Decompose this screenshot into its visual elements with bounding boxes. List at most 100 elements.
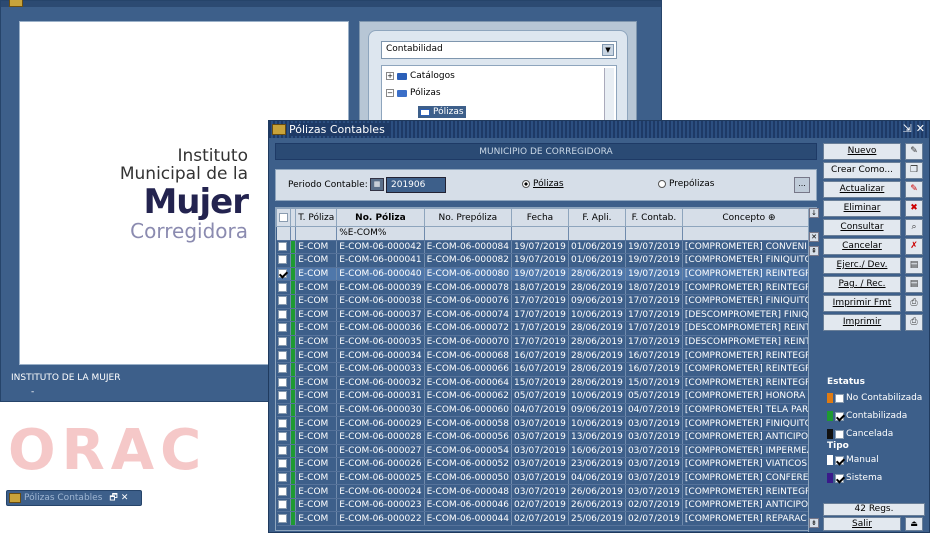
filter-cell[interactable] xyxy=(625,226,683,241)
table-row[interactable]: E-COM E-COM-06-000036 E-COM-06-000072 17/07… xyxy=(276,321,817,336)
f-contab-cell[interactable]: 03/07/2019 xyxy=(625,430,683,445)
pag-rec-button[interactable]: Pag. / Rec. xyxy=(823,276,901,293)
no-prepoliza-cell[interactable]: E-COM-06-000044 xyxy=(424,511,513,527)
select-all-checkbox[interactable] xyxy=(279,212,289,222)
no-prepoliza-cell[interactable]: E-COM-06-000070 xyxy=(424,335,513,350)
table-row[interactable]: E-COM E-COM-06-000031 E-COM-06-000062 05/07… xyxy=(276,389,817,404)
row-select-cell[interactable] xyxy=(276,267,292,282)
no-poliza-cell[interactable]: E-COM-06-000025 xyxy=(336,471,425,486)
close-icon[interactable]: ✕ xyxy=(121,493,129,503)
no-poliza-cell[interactable]: E-COM-06-000039 xyxy=(336,280,425,295)
f-contab-cell[interactable]: 04/07/2019 xyxy=(625,403,683,418)
tipo-cell[interactable]: E-COM xyxy=(295,294,338,309)
table-row[interactable]: E-COM E-COM-06-000030 E-COM-06-000060 04/07… xyxy=(276,403,817,418)
f-apli-cell[interactable]: 28/06/2019 xyxy=(568,280,626,295)
no-poliza-cell[interactable]: E-COM-06-000022 xyxy=(336,511,425,527)
no-poliza-cell[interactable]: E-COM-06-000035 xyxy=(336,335,425,350)
consultar-button[interactable]: Consultar xyxy=(823,219,901,236)
select-all-header[interactable] xyxy=(275,208,292,227)
concepto-cell[interactable]: [DESCOMPROMETER] FINIQ xyxy=(682,308,817,323)
collapse-icon[interactable]: − xyxy=(386,89,394,97)
row-checkbox[interactable] xyxy=(277,323,287,333)
no-poliza-cell[interactable]: E-COM-06-000028 xyxy=(336,430,425,445)
nuevo-button[interactable]: Nuevo xyxy=(823,143,901,160)
row-checkbox[interactable] xyxy=(277,296,287,306)
table-row[interactable]: E-COM E-COM-06-000022 E-COM-06-000044 02/07… xyxy=(276,511,817,527)
close-icon[interactable]: ✕ xyxy=(916,122,925,135)
no-poliza-cell[interactable]: E-COM-06-000031 xyxy=(336,389,425,404)
f-contab-cell[interactable]: 03/07/2019 xyxy=(625,471,683,486)
row-select-cell[interactable] xyxy=(276,444,292,459)
tipo-cell[interactable]: E-COM xyxy=(295,498,338,513)
imprimir-button[interactable]: Imprimir xyxy=(823,314,901,331)
no-poliza-cell[interactable]: E-COM-06-000030 xyxy=(336,403,425,418)
no-poliza-cell[interactable]: E-COM-06-000024 xyxy=(336,484,425,499)
filter-input-no-poliza[interactable]: %E-COM% xyxy=(336,226,425,241)
scroll-bottom-icon[interactable]: ⇟ xyxy=(809,518,819,528)
col-header-concepto[interactable]: Concepto ⊕ xyxy=(681,208,817,227)
no-prepoliza-cell[interactable]: E-COM-06-000068 xyxy=(424,348,513,363)
row-checkbox[interactable] xyxy=(277,377,287,387)
row-checkbox[interactable] xyxy=(277,445,287,455)
fecha-cell[interactable]: 16/07/2019 xyxy=(511,348,569,363)
filter-cell[interactable] xyxy=(682,226,817,241)
scroll-down-icon[interactable]: ↓ xyxy=(809,208,819,218)
row-select-cell[interactable] xyxy=(276,308,292,323)
table-row[interactable]: E-COM E-COM-06-000023 E-COM-06-000046 02/07… xyxy=(276,498,817,513)
f-apli-cell[interactable]: 28/06/2019 xyxy=(568,362,626,377)
row-checkbox[interactable] xyxy=(277,350,287,360)
row-select-cell[interactable] xyxy=(276,403,292,418)
row-select-cell[interactable] xyxy=(276,430,292,445)
fecha-cell[interactable]: 16/07/2019 xyxy=(511,362,569,377)
tipo-cell[interactable]: E-COM xyxy=(295,484,338,499)
legend-checkbox[interactable] xyxy=(835,411,844,421)
f-apli-cell[interactable]: 28/06/2019 xyxy=(568,335,626,350)
printer-icon[interactable]: ⎙ xyxy=(905,295,923,312)
concepto-cell[interactable]: [COMPROMETER] CONFERE xyxy=(682,471,817,486)
no-prepoliza-cell[interactable]: E-COM-06-000076 xyxy=(424,294,513,309)
tipo-cell[interactable]: E-COM xyxy=(295,511,338,527)
row-select-cell[interactable] xyxy=(276,280,292,295)
concepto-cell[interactable]: [DESCOMPROMETER] REINT xyxy=(682,335,817,350)
window-titlebar[interactable]: Pólizas Contables ⇲ ✕ xyxy=(269,121,929,138)
no-prepoliza-cell[interactable]: E-COM-06-000080 xyxy=(424,267,513,282)
f-contab-cell[interactable]: 03/07/2019 xyxy=(625,416,683,431)
legend-contabilizada[interactable]: Contabilizada xyxy=(827,411,907,421)
table-row[interactable]: E-COM E-COM-06-000027 E-COM-06-000054 03/07… xyxy=(276,444,817,459)
f-apli-cell[interactable]: 28/06/2019 xyxy=(568,321,626,336)
tipo-cell[interactable]: E-COM xyxy=(295,444,338,459)
f-apli-cell[interactable]: 01/06/2019 xyxy=(568,253,626,268)
row-select-cell[interactable] xyxy=(276,389,292,404)
radio-polizas[interactable]: Pólizas xyxy=(522,179,564,189)
f-contab-cell[interactable]: 18/07/2019 xyxy=(625,280,683,295)
row-select-cell[interactable] xyxy=(276,457,292,472)
row-checkbox[interactable] xyxy=(277,364,287,374)
chevron-down-icon[interactable]: ▼ xyxy=(602,44,614,56)
table-row[interactable]: E-COM E-COM-06-000040 E-COM-06-000080 19/07… xyxy=(276,267,817,282)
fecha-cell[interactable]: 03/07/2019 xyxy=(511,471,569,486)
concepto-cell[interactable]: [COMPROMETER] HONORA xyxy=(682,389,817,404)
f-apli-cell[interactable]: 13/06/2019 xyxy=(568,430,626,445)
no-poliza-cell[interactable]: E-COM-06-000034 xyxy=(336,348,425,363)
tipo-cell[interactable]: E-COM xyxy=(295,348,338,363)
radio-dot[interactable] xyxy=(658,180,666,188)
table-row[interactable]: E-COM E-COM-06-000034 E-COM-06-000068 16/07… xyxy=(276,348,817,363)
no-poliza-cell[interactable]: E-COM-06-000037 xyxy=(336,308,425,323)
resize-icon[interactable]: ⇲ xyxy=(903,122,912,135)
row-checkbox[interactable] xyxy=(277,472,287,482)
legend-cancelada[interactable]: Cancelada xyxy=(827,429,893,439)
f-apli-cell[interactable]: 04/06/2019 xyxy=(568,471,626,486)
fecha-cell[interactable]: 03/07/2019 xyxy=(511,416,569,431)
table-row[interactable]: E-COM E-COM-06-000033 E-COM-06-000066 16/07… xyxy=(276,362,817,377)
add-icon[interactable]: ⊕ xyxy=(768,213,776,223)
periodo-input[interactable]: 201906 xyxy=(386,177,446,193)
concepto-cell[interactable]: [COMPROMETER] CONVENI xyxy=(682,240,817,255)
f-apli-cell[interactable]: 26/06/2019 xyxy=(568,498,626,513)
tipo-cell[interactable]: E-COM xyxy=(295,376,338,391)
legend-checkbox[interactable] xyxy=(835,455,844,465)
row-checkbox[interactable] xyxy=(277,309,287,319)
tipo-cell[interactable]: E-COM xyxy=(295,389,338,404)
row-select-cell[interactable] xyxy=(276,348,292,363)
concepto-cell[interactable]: [COMPROMETER] REINTEGR xyxy=(682,362,817,377)
row-select-cell[interactable] xyxy=(276,362,292,377)
